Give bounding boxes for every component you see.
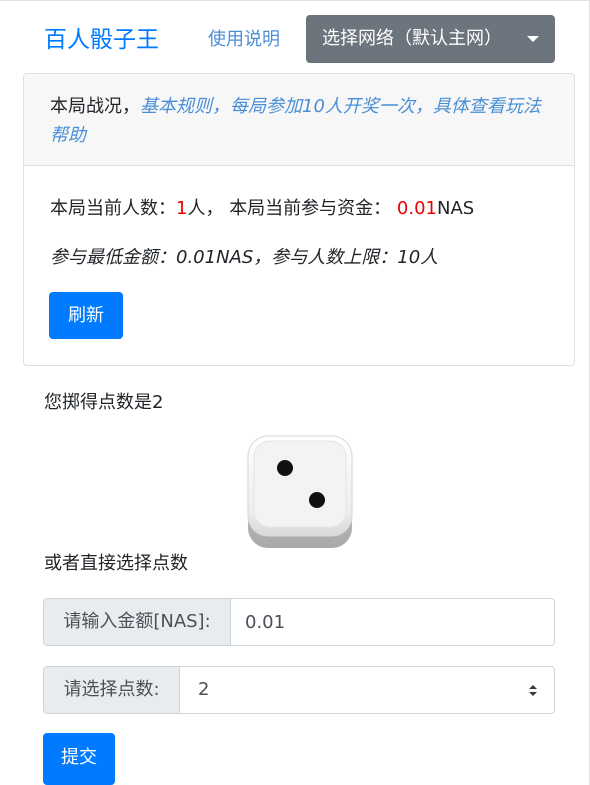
funds-amount: 0.01 <box>396 198 437 219</box>
top-divider <box>0 0 590 1</box>
network-select-label: 选择网络（默认主网） <box>322 28 502 49</box>
dice-face-two-icon <box>247 435 353 548</box>
page: 百人骰子王 使用说明 选择网络（默认主网） 本局战况，基本规则，每局参加10人开… <box>0 0 590 785</box>
help-link[interactable]: 使用说明 <box>208 28 280 52</box>
points-select-group: 请选择点数: 2 <box>43 666 555 714</box>
refresh-button[interactable]: 刷新 <box>49 292 123 339</box>
points-select[interactable]: 2 <box>180 667 554 713</box>
amount-input[interactable] <box>231 599 554 645</box>
players-label: 本局当前人数： <box>50 198 176 219</box>
dice-icon[interactable] <box>246 434 354 548</box>
players-count: 1 <box>176 198 188 219</box>
players-unit: 人， <box>187 198 224 219</box>
choose-points-text: 或者直接选择点数 <box>44 553 188 574</box>
card-header: 本局战况，基本规则，每局参加10人开奖一次，具体查看玩法帮助 <box>24 74 574 166</box>
amount-input-group: 请输入金额[NAS]: <box>43 598 555 646</box>
round-limits: 参与最低金额：0.01NAS，参与人数上限：10人 <box>50 247 439 268</box>
funds-label: 本局当前参与资金： <box>229 198 392 219</box>
brand-link[interactable]: 百人骰子王 <box>44 24 159 56</box>
dice-result-text: 您掷得点数是2 <box>44 392 164 413</box>
select-arrows-icon <box>529 685 537 696</box>
amount-label: 请输入金额[NAS]: <box>44 599 231 645</box>
points-label: 请选择点数: <box>44 667 180 713</box>
caret-down-icon <box>527 36 539 42</box>
submit-button[interactable]: 提交 <box>43 733 115 785</box>
round-status-card: 本局战况，基本规则，每局参加10人开奖一次，具体查看玩法帮助 本局当前人数：1人… <box>23 73 575 366</box>
header-prefix: 本局战况， <box>50 96 140 117</box>
round-stats: 本局当前人数：1人， 本局当前参与资金： 0.01NAS <box>50 196 474 222</box>
points-selected-value: 2 <box>198 679 210 700</box>
funds-unit: NAS <box>437 198 475 219</box>
network-select-button[interactable]: 选择网络（默认主网） <box>306 15 555 63</box>
